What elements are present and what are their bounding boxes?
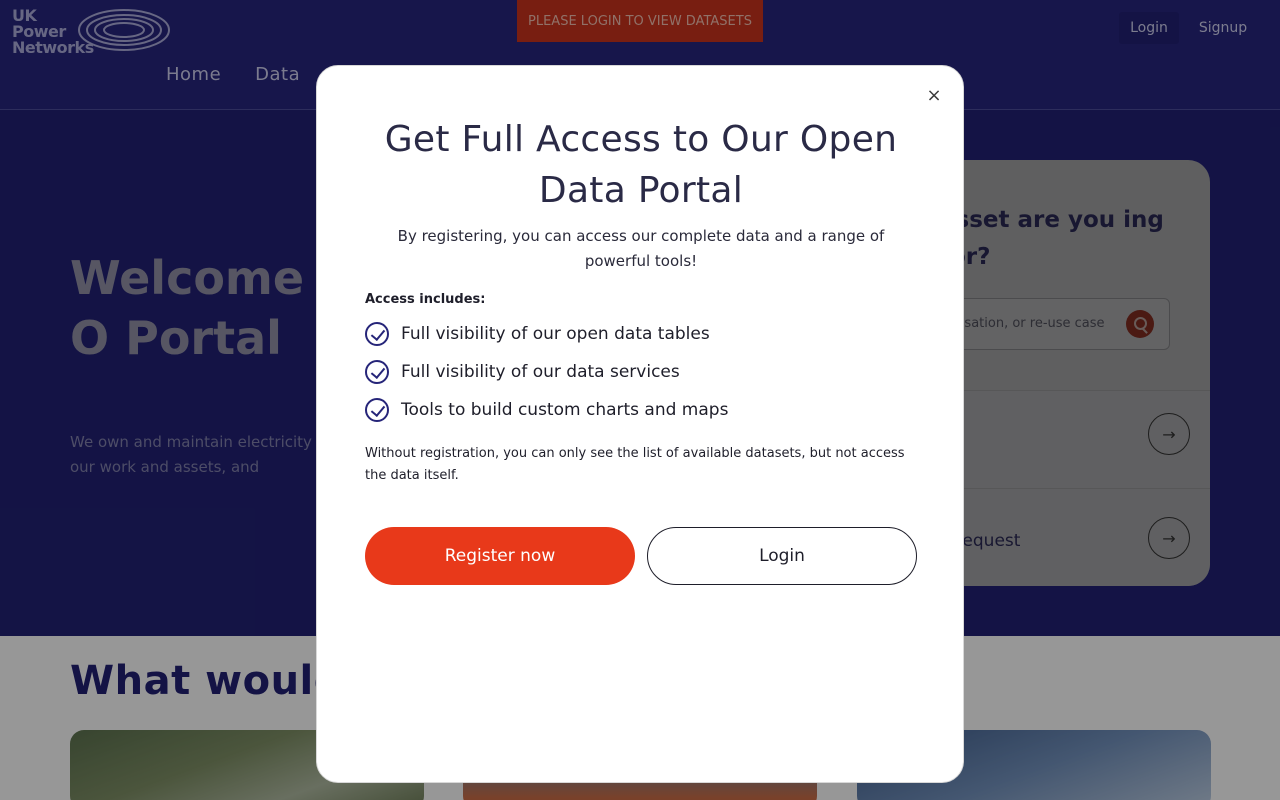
access-heading: Access includes: bbox=[365, 292, 486, 307]
feature-list: Full visibility of our open data tables … bbox=[365, 322, 728, 436]
modal-login-button[interactable]: Login bbox=[647, 527, 917, 585]
close-icon[interactable]: × bbox=[924, 84, 944, 108]
modal-subtitle: By registering, you can access our compl… bbox=[397, 227, 885, 270]
check-circle-icon bbox=[365, 322, 389, 346]
list-item: Tools to build custom charts and maps bbox=[365, 398, 728, 422]
list-item: Full visibility of our data services bbox=[365, 360, 728, 384]
check-circle-icon bbox=[365, 398, 389, 422]
list-item: Full visibility of our open data tables bbox=[365, 322, 728, 346]
check-circle-icon bbox=[365, 360, 389, 384]
feature-label: Full visibility of our open data tables bbox=[401, 324, 710, 344]
register-now-button[interactable]: Register now bbox=[365, 527, 635, 585]
registration-modal: × Get Full Access to Our Open Data Porta… bbox=[316, 65, 964, 783]
feature-label: Full visibility of our data services bbox=[401, 362, 680, 382]
modal-title: Get Full Access to Our Open Data Portal bbox=[384, 119, 898, 211]
registration-note: Without registration, you can only see t… bbox=[365, 446, 905, 483]
feature-label: Tools to build custom charts and maps bbox=[401, 400, 729, 420]
